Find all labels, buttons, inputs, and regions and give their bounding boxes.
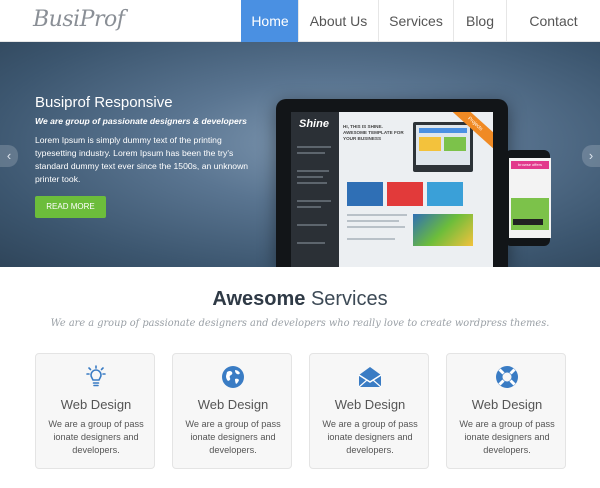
mockup-line bbox=[297, 200, 331, 202]
phone-block bbox=[511, 198, 549, 230]
mockup-line bbox=[297, 170, 329, 172]
service-card-title: Web Design bbox=[197, 397, 269, 412]
service-card[interactable]: Web Design We are a group of pass ionate… bbox=[446, 353, 566, 469]
service-card-text: We are a group of pass ionate designers … bbox=[48, 419, 144, 455]
mockup-thumb bbox=[427, 182, 463, 206]
hero-slider: ‹ › Busiprof Responsive We are group of … bbox=[0, 42, 600, 267]
slider-prev-button[interactable]: ‹ bbox=[0, 145, 18, 167]
hero-text: Lorem Ipsum is simply dummy text of the … bbox=[35, 135, 249, 184]
service-card[interactable]: Web Design We are a group of pass ionate… bbox=[172, 353, 292, 469]
mockup-photo bbox=[413, 214, 473, 246]
chevron-right-icon: › bbox=[588, 148, 594, 163]
services-heading-strong: Awesome bbox=[212, 288, 306, 310]
mockup-monitor-screen bbox=[416, 125, 470, 165]
chevron-left-icon: ‹ bbox=[6, 148, 12, 163]
globe-icon bbox=[222, 366, 244, 388]
mockup-text-row bbox=[347, 214, 407, 216]
mockup-thumb bbox=[347, 182, 383, 206]
mockup-monitor bbox=[413, 122, 473, 172]
service-card-title: Web Design bbox=[471, 397, 543, 412]
service-card-text: We are a group of pass ionate designers … bbox=[185, 419, 281, 455]
mockup-line bbox=[297, 146, 331, 148]
mockup-line bbox=[297, 224, 327, 226]
mockup-thumb bbox=[387, 182, 423, 206]
mockup-bar bbox=[444, 137, 466, 151]
hero-title: Busiprof Responsive bbox=[35, 94, 173, 111]
main-nav: Home About Us Services Blog Contact bbox=[241, 0, 600, 42]
mockup-headline: HI, THIS IS SHINE. AWESOME TEMPLATE FOR … bbox=[343, 124, 404, 141]
nav-item-blog[interactable]: Blog bbox=[453, 0, 506, 42]
mockup-line bbox=[297, 182, 327, 184]
mockup-bar bbox=[419, 137, 441, 151]
slider-next-button[interactable]: › bbox=[582, 145, 600, 167]
site-logo[interactable]: BusiProf bbox=[33, 7, 125, 32]
service-card-title: Web Design bbox=[334, 397, 406, 412]
nav-item-services[interactable]: Services bbox=[378, 0, 453, 42]
phone-screen: browse offers bbox=[509, 158, 551, 238]
mockup-line bbox=[297, 242, 325, 244]
site-header: BusiProf Home About Us Services Blog Con… bbox=[0, 0, 600, 42]
services-subtitle: We are a group of passionate designers a… bbox=[50, 318, 550, 329]
mockup-text-row bbox=[347, 220, 399, 222]
mockup-line bbox=[297, 152, 325, 154]
lightbulb-icon bbox=[86, 365, 106, 387]
mockup-sidebar: Shine bbox=[291, 112, 339, 267]
mockup-line bbox=[297, 176, 323, 178]
lifebuoy-icon bbox=[496, 366, 518, 388]
mockup-text-row bbox=[347, 238, 395, 240]
tablet-screen: Shine HI, THIS IS SHINE. AWESOME TEMPLAT… bbox=[291, 112, 493, 267]
mockup-line bbox=[297, 206, 321, 208]
phone-mockup-image: browse offers bbox=[505, 150, 551, 246]
service-card-text: We are a group of pass ionate designers … bbox=[459, 419, 555, 455]
mockup-text-row bbox=[347, 226, 405, 228]
service-card[interactable]: Web Design We are a group of pass ionate… bbox=[309, 353, 429, 469]
tablet-mockup-image: Shine HI, THIS IS SHINE. AWESOME TEMPLAT… bbox=[276, 99, 508, 267]
phone-tag: browse offers bbox=[511, 161, 549, 169]
mockup-logo: Shine bbox=[299, 118, 329, 130]
nav-item-home[interactable]: Home bbox=[241, 0, 298, 42]
services-heading-light: Services bbox=[310, 288, 388, 310]
nav-item-about-us[interactable]: About Us bbox=[298, 0, 378, 42]
services-heading: Awesome Services bbox=[0, 288, 600, 311]
mockup-bar bbox=[419, 128, 467, 133]
nav-item-contact[interactable]: Contact bbox=[506, 0, 600, 42]
hero-tagline: We are group of passionate designers & d… bbox=[35, 116, 247, 126]
service-card[interactable]: Web Design We are a group of pass ionate… bbox=[35, 353, 155, 469]
envelope-icon bbox=[358, 367, 382, 388]
read-more-button[interactable]: READ MORE bbox=[35, 196, 106, 218]
service-card-text: We are a group of pass ionate designers … bbox=[322, 419, 418, 455]
phone-button bbox=[513, 219, 543, 225]
service-card-title: Web Design bbox=[60, 397, 132, 412]
